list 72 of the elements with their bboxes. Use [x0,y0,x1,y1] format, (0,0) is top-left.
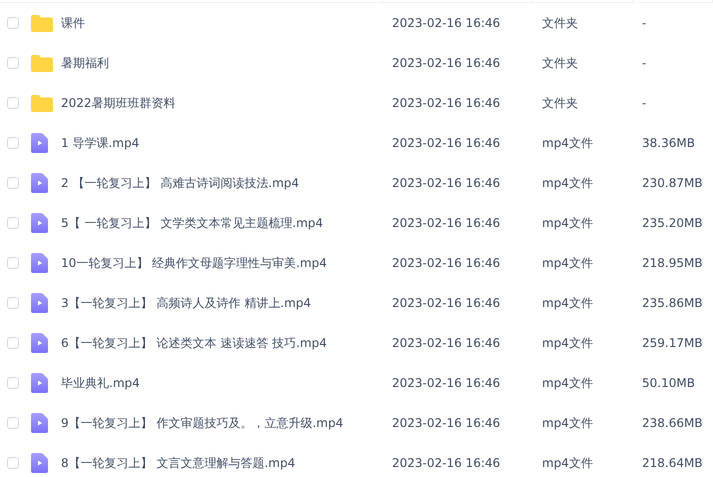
file-size: 238.66MB [642,416,704,430]
video-file-icon [31,373,48,393]
file-name[interactable]: 毕业典礼.mp4 [61,374,392,392]
modified-date: 2023-02-16 16:46 [392,256,502,270]
file-name[interactable]: 8【一轮复习上】 文言文意理解与答题.mp4 [61,454,392,472]
checkbox[interactable] [7,137,19,149]
video-file-icon [31,133,48,153]
checkbox[interactable] [7,17,19,29]
file-size: 230.87MB [642,176,704,190]
file-type: mp4文件 [542,414,594,432]
file-type: mp4文件 [542,294,594,312]
modified-date: 2023-02-16 16:46 [392,296,502,310]
file-type: mp4文件 [542,454,594,472]
file-name[interactable]: 课件 [61,14,392,32]
file-size: - [642,16,648,30]
folder-icon [31,54,53,72]
file-name[interactable]: 1 导学课.mp4 [61,134,392,152]
video-file-icon [31,213,48,233]
file-size: 235.86MB [642,296,704,310]
video-file-icon [31,173,48,193]
checkbox[interactable] [7,337,19,349]
video-file-icon [31,413,48,433]
checkbox[interactable] [7,417,19,429]
modified-date: 2023-02-16 16:46 [392,56,502,70]
video-file-icon [31,253,48,273]
file-size: - [642,96,648,110]
file-type: mp4文件 [542,214,594,232]
file-name[interactable]: 5【 一轮复习上】 文学类文本常见主题梳理.mp4 [61,214,392,232]
modified-date: 2023-02-16 16:46 [392,336,502,350]
file-type: 文件夹 [542,14,579,32]
file-type: mp4文件 [542,254,594,272]
modified-date: 2023-02-16 16:46 [392,176,502,190]
checkbox[interactable] [7,457,19,469]
file-type: mp4文件 [542,134,594,152]
folder-icon [31,94,53,112]
modified-date: 2023-02-16 16:46 [392,136,502,150]
file-name[interactable]: 2 【一轮复习上】 高难古诗词阅读技法.mp4 [61,174,392,192]
file-size: 259.17MB [642,336,704,350]
video-file-icon [31,333,48,353]
file-size: 218.95MB [642,256,704,270]
modified-date: 2023-02-16 16:46 [392,96,502,110]
file-type: 文件夹 [542,94,579,112]
file-size: 235.20MB [642,216,704,230]
checkbox[interactable] [7,217,19,229]
modified-date: 2023-02-16 16:46 [392,16,502,30]
file-type: mp4文件 [542,374,594,392]
video-file-icon [31,293,48,313]
file-name[interactable]: 3【一轮复习上】 高频诗人及诗作 精讲上.mp4 [61,294,392,312]
modified-date: 2023-02-16 16:46 [392,456,502,470]
checkbox[interactable] [7,177,19,189]
file-name[interactable]: 2022暑期班班群资料 [61,94,392,112]
checkbox[interactable] [7,57,19,69]
modified-date: 2023-02-16 16:46 [392,416,502,430]
checkbox[interactable] [7,257,19,269]
checkbox[interactable] [7,377,19,389]
checkbox[interactable] [7,97,19,109]
file-size: 38.36MB [642,136,696,150]
folder-icon [31,14,53,32]
modified-date: 2023-02-16 16:46 [392,376,502,390]
video-file-icon [31,453,48,473]
file-size: 218.64MB [642,456,704,470]
file-size: - [642,56,648,70]
file-name[interactable]: 10一轮复习上】 经典作文母题字理性与审美.mp4 [61,254,392,272]
modified-date: 2023-02-16 16:46 [392,216,502,230]
file-name[interactable]: 9【一轮复习上】 作文审题技巧及。，立意升级.mp4 [61,414,392,432]
file-type: mp4文件 [542,174,594,192]
checkbox[interactable] [7,297,19,309]
file-name[interactable]: 暑期福利 [61,54,392,72]
file-type: 文件夹 [542,54,579,72]
file-name[interactable]: 6【一轮复习上】 论述类文本 速读速答 技巧.mp4 [61,334,392,352]
file-type: mp4文件 [542,334,594,352]
file-size: 50.10MB [642,376,696,390]
